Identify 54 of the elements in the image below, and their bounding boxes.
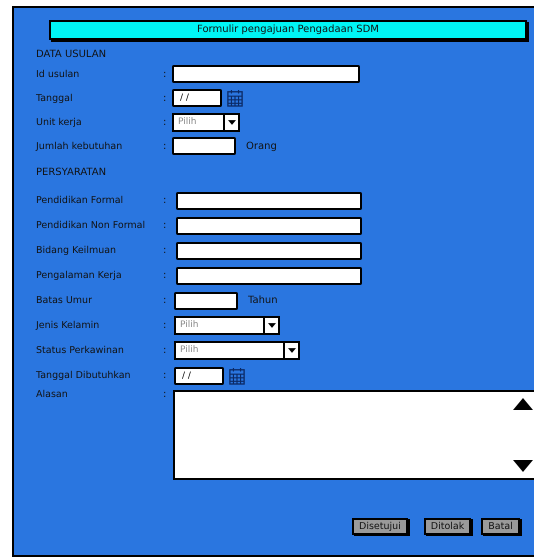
text-area[interactable]	[173, 390, 534, 480]
input-field[interactable]	[176, 216, 362, 234]
input-field[interactable]	[176, 242, 362, 260]
colon-separator: :	[163, 195, 168, 206]
input-field[interactable]	[174, 292, 238, 310]
field-label: Tanggal	[36, 92, 74, 104]
form-title: Formulir pengajuan Pengadaan SDM	[49, 20, 527, 40]
caret-icon	[268, 323, 276, 328]
field-label: Tanggal Dibutuhkan	[36, 370, 132, 381]
colon-separator: :	[163, 390, 168, 400]
field-label: Status Perkawinan	[36, 345, 125, 356]
colon-separator: :	[163, 295, 168, 306]
field-label: Jumlah kebutuhan	[36, 140, 124, 152]
input-field[interactable]	[176, 266, 362, 284]
section-heading: DATA USULAN	[36, 48, 108, 62]
calendar-icon[interactable]	[229, 366, 245, 384]
field-label: Pengalaman Kerja	[36, 270, 123, 281]
calendar-icon[interactable]	[227, 89, 243, 107]
field-label: Jenis Kelamin	[36, 320, 100, 331]
scroll-up-icon[interactable]	[512, 398, 534, 410]
field-label: Id usulan	[36, 68, 80, 80]
colon-separator: :	[163, 370, 168, 381]
colon-separator: :	[163, 140, 168, 152]
input-field[interactable]	[172, 65, 360, 83]
action-button[interactable]: Ditolak	[424, 518, 472, 535]
caret-icon	[288, 348, 296, 353]
colon-separator: :	[163, 345, 168, 356]
colon-separator: :	[163, 116, 168, 128]
dropdown[interactable]: Pilih	[174, 341, 300, 360]
date-field[interactable]: / /	[174, 366, 224, 384]
field-label: Alasan	[36, 390, 69, 400]
field-label: Bidang Keilmuan	[36, 245, 118, 256]
unit-label: Orang	[246, 140, 277, 152]
input-field[interactable]	[172, 137, 236, 155]
field-label: Pendidikan Formal	[36, 195, 124, 206]
unit-label: Tahun	[248, 295, 278, 306]
input-field[interactable]	[176, 192, 362, 210]
field-label: Pendidikan Non Formal	[36, 220, 146, 231]
dropdown[interactable]: Pilih	[174, 316, 280, 335]
section-heading: PERSYARATAN	[36, 166, 108, 180]
caret-icon	[228, 120, 236, 124]
colon-separator: :	[163, 245, 168, 256]
dropdown[interactable]: Pilih	[172, 112, 240, 132]
colon-separator: :	[163, 220, 168, 231]
field-label: Unit kerja	[36, 116, 83, 128]
colon-separator: :	[163, 92, 168, 104]
scroll-down-icon[interactable]	[512, 460, 534, 472]
action-button[interactable]: Batal	[481, 518, 520, 535]
action-button[interactable]: Disetujui	[352, 518, 408, 535]
field-label: Batas Umur	[36, 295, 93, 306]
colon-separator: :	[163, 270, 168, 281]
colon-separator: :	[163, 68, 168, 80]
date-field[interactable]: / /	[172, 89, 222, 107]
colon-separator: :	[163, 320, 168, 331]
